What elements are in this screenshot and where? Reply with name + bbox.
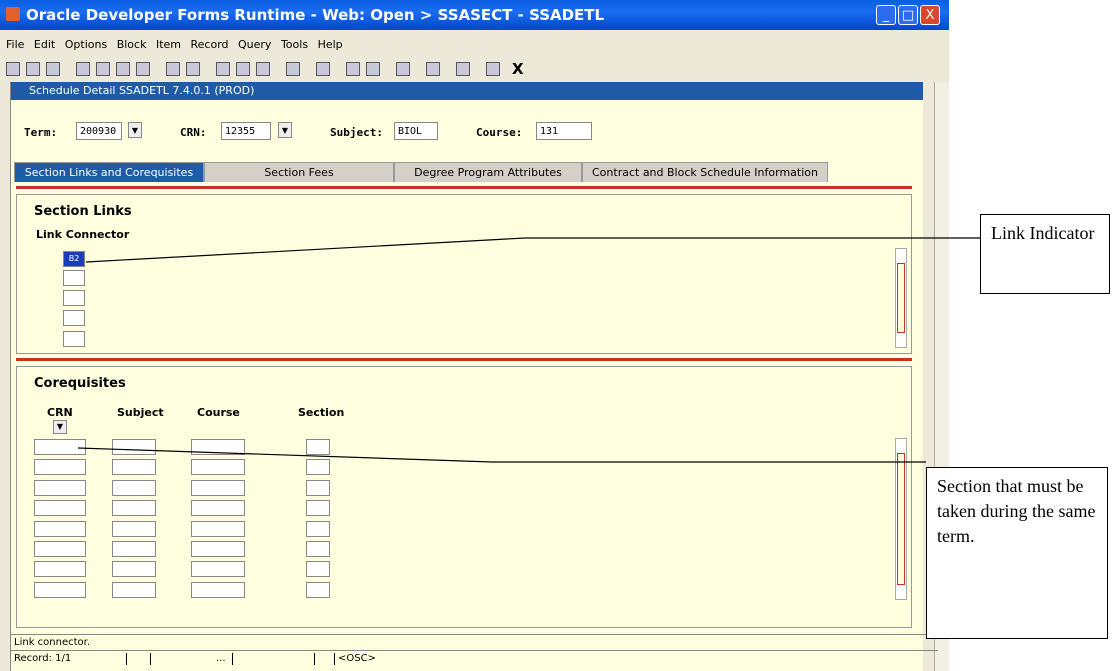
section-note-callout: Section that must be taken during the sa…: [926, 467, 1108, 639]
section-note-pointer: [77, 447, 493, 463]
link-indicator-callout: Link Indicator: [980, 214, 1110, 294]
link-indicator-pointer: [85, 237, 526, 263]
